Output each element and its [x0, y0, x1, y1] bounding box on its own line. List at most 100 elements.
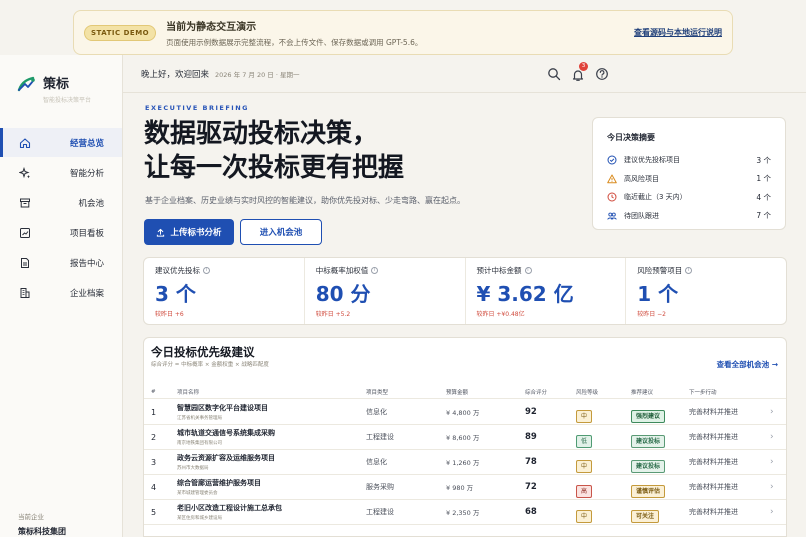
enter-opportunity-pool-button[interactable]: 进入机会池 [240, 219, 322, 245]
chevron-right-icon[interactable]: › [770, 407, 774, 417]
static-demo-badge: STATIC DEMO [84, 24, 157, 41]
column-header: 预算金额 [446, 389, 469, 396]
sidebar-item-label: 智能分析 [69, 168, 104, 179]
project-type: 工程建设 [366, 433, 394, 441]
sidebar-item-company-profile[interactable]: 企业档案 [0, 278, 122, 307]
summary-row-label: 待团队跟进 [624, 211, 659, 220]
table-row[interactable]: 1 智慧园区数字化平台建设项目 江苏省机关事务管理局 信息化 ¥ 4,800 万… [144, 400, 786, 425]
kpi-value: 3 个 [155, 282, 196, 306]
project-cell: 智慧园区数字化平台建设项目 江苏省机关事务管理局 [177, 403, 268, 421]
risk-badge: 中 [576, 509, 593, 523]
project-org: 江苏省机关事务管理局 [177, 416, 222, 421]
decision-summary-title: 今日决策摘要 [607, 133, 655, 142]
project-type: 服务采购 [366, 483, 394, 491]
hero-title-line-2: 让每一次投标更有把握 [144, 153, 405, 183]
kpi-label: 风险预警项目 i [637, 265, 775, 276]
warning-icon [607, 174, 617, 184]
sidebar-item-label: 经营总览 [69, 138, 104, 149]
sidebar-item-reports[interactable]: 报告中心 [0, 248, 122, 277]
kpi-delta: 较昨日 +5.2 [315, 311, 351, 318]
summary-row-value: 3 个 [756, 155, 771, 165]
project-cell: 城市轨道交通信号系统集成采购 南京地铁集团有限公司 [177, 428, 275, 446]
chevron-right-icon[interactable]: › [770, 432, 774, 442]
kpi-recommended-bids[interactable]: 建议优先投标 i 3 个 较昨日 +6 [144, 258, 305, 324]
kpi-label-text: 风险预警项目 [637, 266, 683, 275]
search-icon[interactable] [547, 67, 561, 81]
project-org: 南京地铁集团有限公司 [177, 441, 222, 446]
row-number: 3 [151, 457, 157, 467]
table-row[interactable]: 5 老旧小区改造工程设计施工总承包 某区住房和城乡建设局 工程建设 ¥ 2,35… [144, 500, 786, 525]
current-company-name: 策标科技集团 [18, 527, 66, 536]
recommendation-badge: 建议投标 [631, 434, 666, 448]
summary-row-label: 临近截止（3 天内） [624, 193, 687, 202]
kpi-label-text: 建议优先投标 [155, 266, 200, 275]
summary-row-team-follow-up[interactable]: 待团队跟进 7 个 [607, 207, 771, 226]
sidebar-item-label: 企业档案 [69, 288, 104, 299]
sidebar-item-analysis[interactable]: 智能分析 [0, 158, 122, 187]
recommendation-cell: 建议投标 [631, 428, 666, 448]
project-type: 信息化 [366, 408, 387, 416]
composite-score: 89 [525, 432, 537, 442]
logo-icon [17, 76, 35, 92]
greeting: 晚上好，欢迎回来 [141, 69, 210, 80]
budget-amount: ¥ 8,600 万 [446, 434, 480, 442]
row-number: 1 [151, 407, 157, 417]
kpi-label: 建议优先投标 i [155, 265, 293, 276]
kpi-value: ¥ 3.62 亿 [476, 282, 574, 306]
chevron-right-icon[interactable]: › [770, 482, 774, 492]
app-logo[interactable]: 策标 智能投标决策平台 [16, 73, 91, 104]
project-type: 信息化 [366, 458, 387, 466]
kpi-win-probability[interactable]: 中标概率加权值 i 80 分 较昨日 +5.2 [305, 258, 466, 324]
sidebar-item-label: 报告中心 [69, 258, 104, 269]
project-name: 智慧园区数字化平台建设项目 [177, 404, 268, 412]
upload-tender-button[interactable]: 上传标书分析 [144, 219, 234, 245]
project-name: 老旧小区改造工程设计施工总承包 [177, 504, 282, 512]
kpi-risk-alerts[interactable]: 风险预警项目 i 1 个 较昨日 −2 [626, 258, 786, 324]
column-header: 下一步行动 [689, 389, 717, 396]
project-name: 城市轨道交通信号系统集成采购 [177, 429, 275, 437]
sidebar-item-overview[interactable]: 经营总览 [0, 128, 122, 157]
help-icon[interactable] [595, 67, 609, 81]
notifications-button[interactable]: 3 [571, 62, 588, 81]
sidebar-item-opportunity-pool[interactable]: 机会池 [0, 188, 122, 217]
summary-row-deadline[interactable]: 临近截止（3 天内） 4 个 [607, 188, 771, 207]
risk-badge: 低 [576, 434, 593, 448]
risk-badge: 中 [576, 409, 593, 423]
project-cell: 综合管廊运营维护服务项目 某市城建管理委员会 [177, 478, 261, 496]
summary-row-high-risk[interactable]: 高风险项目 1 个 [607, 170, 771, 189]
next-action: 完善材料并推进 [689, 483, 738, 491]
current-company[interactable]: 当前企业 策标科技集团 [18, 511, 66, 537]
chevron-right-icon[interactable]: › [770, 507, 774, 517]
chevron-right-icon[interactable]: › [770, 457, 774, 467]
risk-badge: 高 [576, 484, 593, 498]
budget-amount: ¥ 2,350 万 [446, 509, 480, 517]
info-icon[interactable]: i [203, 267, 210, 274]
recommendation-badge: 可关注 [631, 509, 660, 523]
sidebar-item-project-board[interactable]: 项目看板 [0, 218, 122, 247]
decision-summary-card: 今日决策摘要 建议优先投标项目 3 个 高风险项目 1 个 临近截止（3 天内）… [592, 117, 786, 230]
info-icon[interactable]: i [524, 267, 532, 274]
kpi-delta: 较昨日 +¥0.48亿 [476, 311, 525, 318]
priority-table-subtitle: 综合评分 = 中标概率 × 金额权重 × 战略匹配度 [151, 362, 269, 368]
risk-cell: 低 [576, 428, 593, 448]
sparkle-icon [19, 166, 30, 178]
home-icon [19, 137, 31, 148]
next-action: 完善材料并推进 [689, 458, 738, 466]
risk-cell: 中 [576, 453, 593, 473]
summary-row-priority[interactable]: 建议优先投标项目 3 个 [607, 151, 771, 170]
app-name: 策标 [43, 77, 70, 92]
check-circle-icon [607, 155, 617, 165]
table-row[interactable]: 4 综合管廊运营维护服务项目 某市城建管理委员会 服务采购 ¥ 980 万 72… [144, 475, 786, 500]
project-org: 苏州市大数据局 [177, 466, 209, 471]
column-header: # [151, 388, 156, 395]
info-icon[interactable]: i [685, 267, 693, 274]
source-docs-link[interactable]: 查看源码与本地运行说明 [634, 27, 722, 38]
view-all-opportunities-link[interactable]: 查看全部机会池 → [717, 359, 778, 370]
next-action: 完善材料并推进 [689, 508, 738, 516]
kpi-expected-win-amount[interactable]: 预计中标金额 i ¥ 3.62 亿 较昨日 +¥0.48亿 [466, 258, 627, 324]
table-row[interactable]: 2 城市轨道交通信号系统集成采购 南京地铁集团有限公司 工程建设 ¥ 8,600… [144, 425, 786, 450]
info-icon[interactable]: i [371, 267, 379, 274]
table-row[interactable]: 3 政务云资源扩容及运维服务项目 苏州市大数据局 信息化 ¥ 1,260 万 7… [144, 450, 786, 475]
summary-row-label: 建议优先投标项目 [624, 156, 680, 165]
current-date: 2026 年 7 月 20 日 · 星期一 [215, 70, 300, 79]
